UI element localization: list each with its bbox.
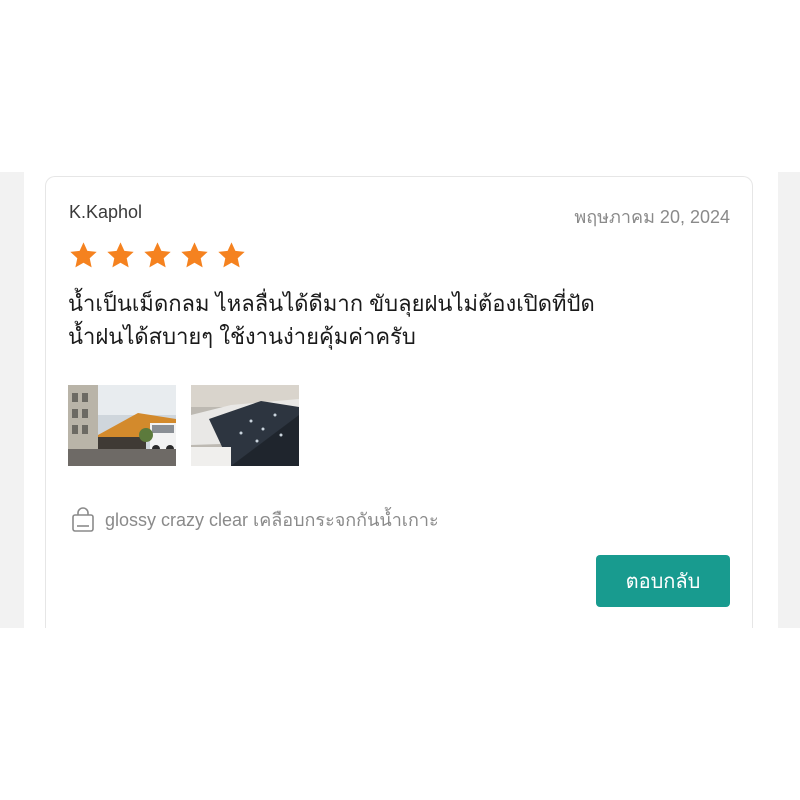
product-name: glossy crazy clear เคลือบกระจกกันน้ำเกาะ [105,510,439,530]
right-background-strip [778,172,800,628]
photo-thumbnail-car-windshield[interactable] [191,385,299,466]
star-icon [181,242,208,268]
review-date: พฤษภาคม 20, 2024 [574,207,730,227]
star-icon [107,242,134,268]
star-icon [70,242,97,268]
star-icon [218,242,245,268]
left-background-strip [0,172,24,628]
review-card: K.Kaphol พฤษภาคม 20, 2024 น้ำเป็นเม็ดกลม… [45,176,753,646]
review-text: น้ำเป็นเม็ดกลม ไหลลื่นได้ดีมาก ขับลุยฝนไ… [68,287,738,353]
review-text-line: น้ำเป็นเม็ดกลม ไหลลื่นได้ดีมาก ขับลุยฝนไ… [68,291,595,316]
photo-thumbnail-building[interactable] [68,385,176,466]
reviewer-name: K.Kaphol [69,202,143,222]
bottom-background [0,628,800,800]
star-icon [144,242,171,268]
review-photos [68,385,299,466]
review-text-line: น้ำฝนได้สบายๆ ใช้งานง่ายคุ้มค่าครับ [68,324,416,349]
star-rating [68,240,247,271]
shopping-bag-icon [72,506,94,532]
page: K.Kaphol พฤษภาคม 20, 2024 น้ำเป็นเม็ดกลม… [0,0,800,800]
product-link[interactable]: glossy crazy clear เคลือบกระจกกันน้ำเกาะ [71,505,439,534]
reply-button[interactable]: ตอบกลับ [596,555,730,607]
